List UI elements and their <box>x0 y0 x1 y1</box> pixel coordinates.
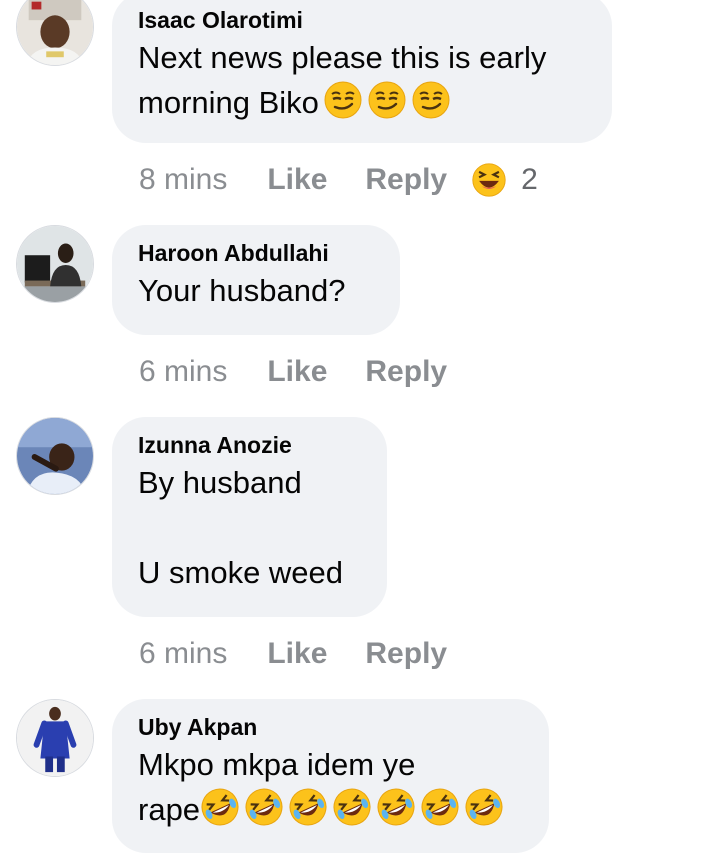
comment-text: Next news please this is early morning B… <box>138 40 547 120</box>
comment-author[interactable]: Isaac Olarotimi <box>138 6 584 34</box>
comment-time[interactable]: 8 mins <box>139 163 227 197</box>
avatar[interactable] <box>16 417 94 495</box>
comment-time[interactable]: 6 mins <box>139 355 227 389</box>
rolling-on-floor-laughing-icon <box>376 787 416 827</box>
reaction-count[interactable]: 2 <box>521 163 538 197</box>
comment-author[interactable]: Izunna Anozie <box>138 431 359 459</box>
like-button[interactable]: Like <box>267 163 327 197</box>
avatar[interactable] <box>16 699 94 777</box>
comment-bubble[interactable]: Uby Akpan Mkpo mkpa idem ye rape <box>112 699 549 853</box>
comment-actions: 6 mins Like Reply <box>139 352 485 392</box>
avatar[interactable] <box>16 0 94 66</box>
rolling-on-floor-laughing-icon <box>420 787 460 827</box>
comment-text: Mkpo mkpa idem ye rape <box>138 742 521 832</box>
comment-text: Your husband? <box>138 273 346 308</box>
comment-bubble[interactable]: Isaac Olarotimi Next news please this is… <box>112 0 612 143</box>
like-button[interactable]: Like <box>267 355 327 389</box>
smirk-face-icon <box>323 80 363 120</box>
rolling-on-floor-laughing-icon <box>288 787 328 827</box>
rolling-on-floor-laughing-icon <box>464 787 504 827</box>
comment-author[interactable]: Haroon Abdullahi <box>138 239 372 267</box>
comment-bubble[interactable]: Haroon Abdullahi Your husband? <box>112 225 400 335</box>
rolling-on-floor-laughing-icon <box>332 787 372 827</box>
comment-author[interactable]: Uby Akpan <box>138 713 521 741</box>
comment-actions: 8 mins Like Reply 2 <box>139 160 538 200</box>
avatar[interactable] <box>16 225 94 303</box>
smirk-face-icon <box>367 80 407 120</box>
rolling-on-floor-laughing-icon <box>200 787 240 827</box>
reply-button[interactable]: Reply <box>365 355 447 389</box>
reply-button[interactable]: Reply <box>365 637 447 671</box>
comment-text: By husband U smoke weed <box>138 465 344 590</box>
rolling-on-floor-laughing-icon <box>244 787 284 827</box>
reply-button[interactable]: Reply <box>365 163 447 197</box>
like-button[interactable]: Like <box>267 637 327 671</box>
laughing-squint-face-icon[interactable] <box>471 162 507 198</box>
comment-bubble[interactable]: Izunna Anozie By husband U smoke weed <box>112 417 387 617</box>
comment-actions: 6 mins Like Reply <box>139 634 485 674</box>
comment-time[interactable]: 6 mins <box>139 637 227 671</box>
smirk-face-icon <box>411 80 451 120</box>
